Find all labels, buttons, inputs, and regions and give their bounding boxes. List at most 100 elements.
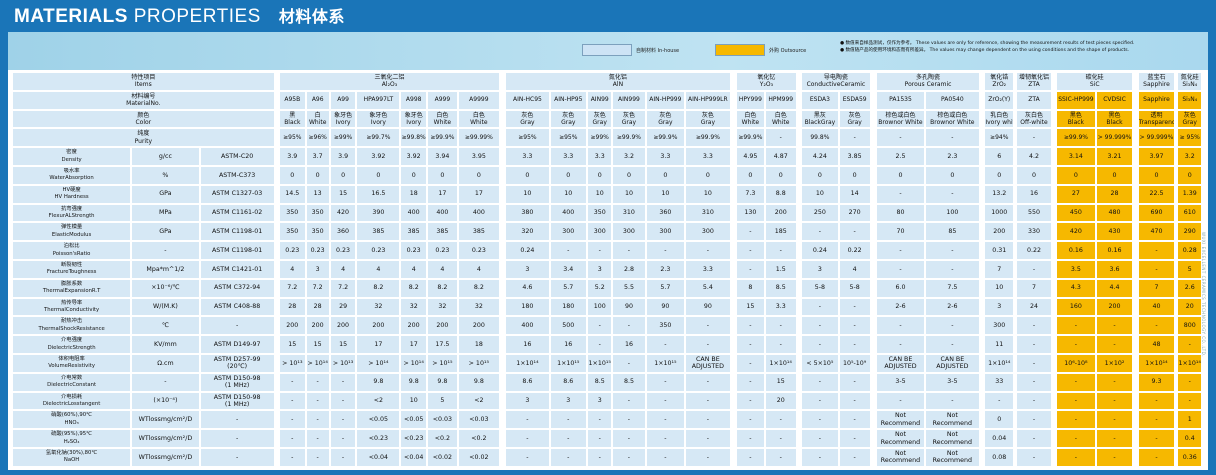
value-cell: - — [1095, 335, 1134, 354]
value-cell: 3 — [587, 259, 613, 279]
material-cell: Si₃N₄ — [1177, 90, 1202, 110]
purity-cell: ≥95% — [549, 128, 588, 148]
value-cell: 385 — [400, 222, 427, 242]
value-cell: - — [305, 447, 330, 467]
value-cell: 4.4 — [1095, 278, 1134, 298]
value-cell: - — [838, 335, 871, 354]
value-cell: 4.95 — [736, 147, 765, 166]
value-cell: - — [838, 372, 871, 392]
value-cell: 1.39 — [1177, 184, 1202, 204]
value-cell: 1×10¹⁴ — [505, 353, 550, 373]
value-cell: Not Recommend — [924, 410, 980, 430]
value-cell: - — [505, 447, 550, 467]
property-row: 介电常数 DielectricConstant - ASTM D150-98 (1 MH… — [12, 372, 1202, 392]
purity-cell: > 99.999% — [1137, 128, 1176, 148]
color-cell: 白色 White — [736, 109, 765, 129]
value-cell: 310 — [685, 203, 731, 223]
color-cell: 黑色 Black — [1095, 109, 1134, 129]
value-cell: 16.5 — [356, 184, 401, 204]
property-unit: GPa — [131, 222, 200, 242]
value-cell: 0 — [801, 165, 839, 185]
property-standard: ASTM-C20 — [199, 147, 275, 166]
color-cell: 白色 White — [426, 109, 458, 129]
value-cell: 0 — [612, 165, 646, 185]
value-cell: 270 — [838, 203, 871, 223]
value-cell: - — [645, 391, 686, 411]
value-cell: 200 — [457, 316, 500, 336]
outsource-swatch — [715, 44, 765, 56]
value-cell: - — [838, 429, 871, 448]
value-cell: - — [764, 410, 797, 430]
value-cell: 15 — [279, 335, 306, 354]
value-cell: > 10¹³ — [329, 353, 357, 373]
color-cell: 乳白色Ivory white — [984, 109, 1015, 129]
purity-cell: ≥99% — [587, 128, 613, 148]
value-cell: - — [279, 410, 306, 430]
property-unit: g/cc — [131, 147, 200, 166]
value-cell: 10 — [685, 184, 731, 204]
property-standard: ASTM C1327-03 — [199, 184, 275, 204]
value-cell: 0.23 — [329, 241, 357, 260]
value-cell: - — [1137, 410, 1176, 430]
value-cell: - — [736, 222, 765, 242]
group-header: 碳化硅 SiC — [1056, 72, 1134, 91]
value-cell: - — [1095, 372, 1134, 392]
material-cell: ZTA — [1016, 90, 1052, 110]
group-header: 多孔陶瓷 Porous Ceramic — [876, 72, 980, 91]
value-cell: 420 — [1056, 222, 1096, 242]
value-cell: - — [1177, 335, 1202, 354]
value-cell: - — [329, 429, 357, 448]
value-cell: - — [736, 316, 765, 336]
value-cell: - — [612, 447, 646, 467]
value-cell: 0 — [587, 165, 613, 185]
value-cell: 360 — [329, 222, 357, 242]
group-header: 氮化铝 AlN — [505, 72, 731, 91]
value-cell: 17 — [356, 335, 401, 354]
value-cell: 0.23 — [279, 241, 306, 260]
value-cell: 90 — [612, 297, 646, 317]
purity-cell: - — [924, 128, 980, 148]
material-cell: AIN-HP999 — [645, 90, 686, 110]
value-cell: 7 — [1137, 278, 1176, 298]
value-cell: 250 — [801, 203, 839, 223]
property-standard: ASTM C408-88 — [199, 297, 275, 317]
value-cell: 400 — [549, 203, 588, 223]
material-cell: AIN-HP95 — [549, 90, 588, 110]
value-cell: 0.22 — [838, 241, 871, 260]
purity-cell: - — [1016, 128, 1052, 148]
value-cell: 7 — [984, 259, 1015, 279]
value-cell: 0 — [356, 165, 401, 185]
value-cell: - — [736, 259, 765, 279]
value-cell: - — [612, 410, 646, 430]
property-row: 密度 Density g/cc ASTM-C20 3.9 3.7 3.9 3.92 3.92 3.… — [12, 147, 1202, 166]
value-cell: 470 — [1137, 222, 1176, 242]
value-cell: <0.05 — [400, 410, 427, 430]
value-cell: - — [838, 410, 871, 430]
color-cell: 灰色 Gray — [1177, 109, 1202, 129]
value-cell: 3.9 — [329, 147, 357, 166]
value-cell: - — [279, 372, 306, 392]
value-cell: 4 — [400, 259, 427, 279]
group-header: 蓝宝石 Sapphire — [1137, 72, 1176, 91]
value-cell: 8.5 — [764, 278, 797, 298]
value-cell: 10 — [505, 184, 550, 204]
color-cell: 白 White — [305, 109, 330, 129]
value-cell: - — [801, 316, 839, 336]
value-cell: - — [505, 410, 550, 430]
value-cell: 80 — [876, 203, 925, 223]
value-cell: 17 — [457, 184, 500, 204]
value-cell: 0.28 — [1177, 241, 1202, 260]
value-cell: - — [612, 353, 646, 373]
value-cell: 3.94 — [426, 147, 458, 166]
value-cell: - — [838, 391, 871, 411]
value-cell: 0 — [685, 165, 731, 185]
purity-cell: ≥95% — [505, 128, 550, 148]
value-cell: - — [305, 429, 330, 448]
value-cell: 100 — [924, 203, 980, 223]
value-cell: 0 — [549, 165, 588, 185]
value-cell: 0 — [1016, 165, 1052, 185]
value-cell: 0 — [505, 165, 550, 185]
value-cell: - — [764, 447, 797, 467]
value-cell: <0.2 — [457, 429, 500, 448]
value-cell: 3.2 — [612, 147, 646, 166]
